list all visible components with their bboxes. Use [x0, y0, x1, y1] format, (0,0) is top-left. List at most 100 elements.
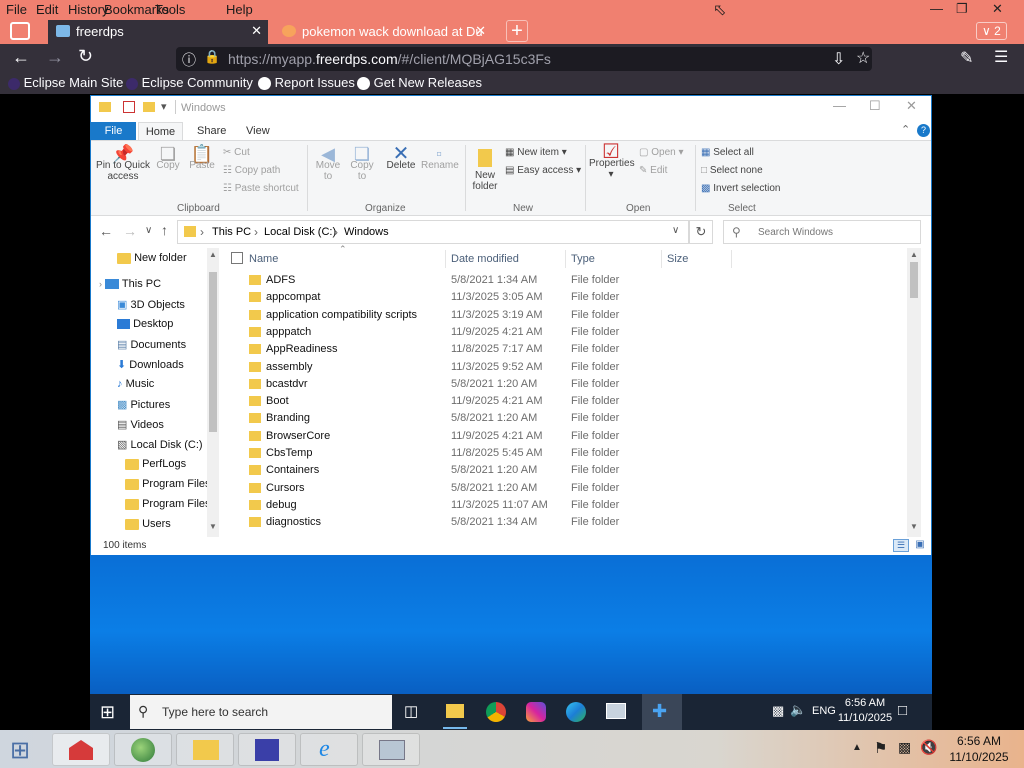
nav-item-documents[interactable]: ▤ Documents — [117, 338, 186, 356]
bookmark-report-issues[interactable]: Report Issues — [258, 75, 355, 91]
help-icon[interactable]: ? — [917, 124, 930, 137]
tab-share[interactable]: Share — [197, 125, 226, 137]
properties-quick-icon[interactable] — [123, 101, 135, 113]
customize-qat-icon[interactable]: ▾ — [161, 100, 167, 113]
nav-item-program-files-x86[interactable]: Program Files ( — [125, 498, 217, 516]
copy-to-button[interactable]: ❏ Copy to — [347, 145, 377, 182]
volume-icon[interactable]: 🔈 — [790, 702, 806, 718]
windows-start-icon[interactable]: ⊞ — [10, 736, 30, 765]
table-row[interactable]: apppatch 11/9/2025 4:21 AM File folder — [221, 324, 921, 341]
flag-icon[interactable]: ⚑ — [874, 739, 887, 757]
nav-item-new-folder[interactable]: New folder — [117, 252, 187, 270]
language-indicator[interactable]: ENG — [812, 705, 836, 717]
search-box[interactable]: ⚲ Search Windows — [723, 220, 921, 244]
url-bar[interactable]: ⓘ 🔒 https://myapp.freerdps.com/#/client/… — [176, 47, 872, 71]
host-clock-date[interactable]: 11/10/2025 — [946, 750, 1012, 764]
invert-selection-button[interactable]: ▩ Invert selection — [701, 183, 781, 194]
copy-path-button[interactable]: ☷ Copy path — [223, 165, 280, 176]
breadcrumb-windows[interactable]: Windows — [344, 226, 389, 238]
show-hidden-icons[interactable]: ▲ — [852, 742, 862, 753]
task-view-icon[interactable]: ◫ — [404, 702, 418, 720]
table-row[interactable]: CbsTemp 11/8/2025 5:45 AM File folder — [221, 445, 921, 462]
menu-edit[interactable]: Edit — [36, 2, 58, 17]
notifications-icon[interactable]: □ — [898, 702, 907, 719]
back-icon[interactable]: ← — [12, 47, 30, 68]
open-button[interactable]: ▢ Open ▾ — [639, 147, 684, 158]
tab-file[interactable]: File — [91, 122, 136, 140]
table-row[interactable]: Containers 5/8/2021 1:20 AM File folder — [221, 462, 921, 479]
table-row[interactable]: AppReadiness 11/8/2025 7:17 AM File folder — [221, 341, 921, 358]
bookmark-eclipse-main[interactable]: Eclipse Main Site — [8, 75, 123, 90]
nav-item-perflogs[interactable]: PerfLogs — [125, 458, 186, 476]
app-globe-icon[interactable] — [114, 733, 172, 766]
nav-scrollbar[interactable]: ▲ ▼ — [207, 248, 219, 537]
table-row[interactable]: Cursors 5/8/2021 1:20 AM File folder — [221, 480, 921, 497]
nav-item-this-pc[interactable]: › This PC — [99, 278, 161, 296]
nav-item-pictures[interactable]: ▩ Pictures — [117, 398, 170, 416]
delete-button[interactable]: ✕ Delete — [385, 144, 417, 171]
scroll-up-icon[interactable]: ▲ — [209, 250, 217, 259]
table-row[interactable]: Boot 11/9/2025 4:21 AM File folder — [221, 393, 921, 410]
table-row[interactable]: BrowserCore 11/9/2025 4:21 AM File folder — [221, 428, 921, 445]
table-row[interactable]: appcompat 11/3/2025 3:05 AM File folder — [221, 289, 921, 306]
tab-list-button[interactable]: ∨ 2 — [976, 22, 1007, 40]
nav-item-users[interactable]: Users — [125, 518, 171, 536]
select-all-checkbox[interactable] — [231, 252, 243, 264]
network-icon[interactable]: ▩ — [898, 739, 911, 756]
tab-view[interactable]: View — [246, 125, 270, 137]
restore-icon[interactable]: ❐ — [956, 1, 968, 17]
paste-shortcut-button[interactable]: ☷ Paste shortcut — [223, 183, 299, 194]
col-divider[interactable] — [445, 250, 446, 268]
network-icon[interactable]: ▩ — [772, 703, 784, 719]
nav-item-music[interactable]: ♪ Music — [117, 378, 154, 396]
firefox-view-icon[interactable] — [10, 22, 30, 40]
menu-file[interactable]: File — [6, 2, 27, 17]
tab-freerdps[interactable]: freerdps ✕ — [48, 20, 268, 44]
lock-icon[interactable]: 🔒 — [204, 49, 220, 65]
taskbar-search-box[interactable]: ⚲ Type here to search — [130, 695, 392, 729]
tab-home[interactable]: Home — [138, 122, 183, 140]
bookmark-get-releases[interactable]: Get New Releases — [357, 75, 482, 91]
details-view-icon[interactable]: ☰ — [893, 539, 909, 552]
edge-icon[interactable] — [566, 702, 586, 722]
up-icon[interactable]: ↑ — [161, 222, 168, 238]
scroll-up-icon[interactable]: ▲ — [910, 250, 918, 259]
col-name[interactable]: Name — [249, 253, 278, 265]
reload-icon[interactable]: ↻ — [78, 46, 93, 67]
col-divider[interactable] — [661, 250, 662, 268]
scroll-down-icon[interactable]: ▼ — [910, 522, 918, 531]
table-row[interactable]: diagnostics 5/8/2021 1:34 AM File folder — [221, 514, 921, 531]
breadcrumb-this-pc[interactable]: This PC — [212, 226, 251, 238]
nav-item-program-files[interactable]: Program Files — [125, 478, 211, 496]
host-clock-time[interactable]: 6:56 AM — [954, 734, 1004, 748]
hamburger-menu-icon[interactable]: ☰ — [994, 47, 1008, 67]
list-scroll-thumb[interactable] — [910, 262, 918, 298]
taskbar-time[interactable]: 6:56 AM — [842, 697, 888, 709]
bookmark-star-icon[interactable]: ☆ — [856, 48, 870, 68]
remote-desktop-wallpaper[interactable] — [90, 555, 932, 694]
nav-item-desktop[interactable]: Desktop — [117, 318, 173, 336]
copy-button[interactable]: ❏ Copy — [153, 145, 183, 171]
address-bar[interactable]: › This PC › Local Disk (C:) › Windows ∨ — [177, 220, 689, 244]
back-icon[interactable]: ← — [99, 223, 113, 239]
nav-item-local-disk[interactable]: ▧ Local Disk (C:) — [117, 438, 203, 456]
breadcrumb-local-disk[interactable]: Local Disk (C:) — [264, 226, 336, 238]
instagram-icon[interactable] — [526, 702, 546, 722]
menu-bookmarks[interactable]: Tools — [155, 2, 185, 17]
chrome-icon[interactable] — [486, 702, 506, 722]
col-divider[interactable] — [731, 250, 732, 268]
large-icons-view-icon[interactable]: ▣ — [913, 539, 927, 552]
menu-tools[interactable]: Help — [226, 2, 253, 17]
new-folder-quick-icon[interactable] — [143, 102, 155, 112]
app-remote-icon[interactable] — [362, 733, 420, 766]
extensions-icon[interactable]: ✎ — [960, 48, 973, 68]
easy-access-button[interactable]: ▤ Easy access ▾ — [505, 165, 581, 176]
properties-button[interactable]: ☑ Properties ▾ — [589, 142, 635, 180]
app-ie-icon[interactable]: e — [300, 733, 358, 766]
vscode-icon[interactable]: ✚ — [652, 701, 667, 722]
table-row[interactable]: assembly 11/3/2025 9:52 AM File folder — [221, 359, 921, 376]
move-to-button[interactable]: ◀ Move to — [313, 145, 343, 182]
collapse-ribbon-icon[interactable]: ⌃ — [901, 123, 910, 136]
windows-start-icon[interactable]: ⊞ — [100, 702, 115, 723]
app-mail-icon[interactable] — [52, 733, 110, 766]
